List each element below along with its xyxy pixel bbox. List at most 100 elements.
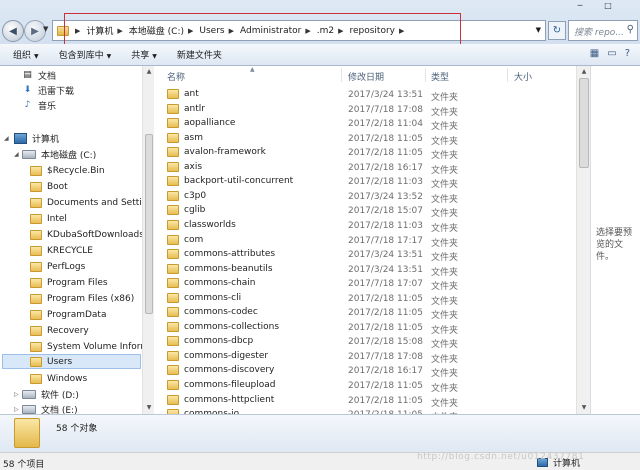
address-dropdown-icon[interactable]: ▼: [536, 26, 541, 34]
dropdown-icon: ▼: [106, 53, 112, 60]
chevron-right-icon[interactable]: ▶: [399, 27, 404, 35]
help-icon[interactable]: ?: [625, 48, 630, 59]
music-icon: ♪: [24, 100, 31, 110]
nav-item-thunder-download[interactable]: ⬇ 迅雷下载: [22, 83, 74, 98]
chevron-right-icon[interactable]: ▶: [229, 27, 234, 35]
column-name-header[interactable]: 名称: [167, 70, 185, 83]
list-item[interactable]: asm 2017/2/18 11:05 文件夹: [155, 131, 575, 147]
list-item[interactable]: cglib 2017/2/18 15:07 文件夹: [155, 203, 575, 219]
chevron-right-icon[interactable]: ▶: [305, 27, 310, 35]
nav-item-users[interactable]: Users: [2, 354, 141, 369]
list-item[interactable]: axis 2017/2/18 16:17 文件夹: [155, 160, 575, 176]
nav-item-windows[interactable]: Windows: [30, 371, 87, 386]
file-date: 2017/2/18 11:05: [348, 308, 423, 319]
scroll-down-icon[interactable]: ▼: [143, 402, 155, 414]
collapse-icon[interactable]: ◢: [4, 135, 9, 142]
file-date: 2017/2/18 11:05: [348, 395, 423, 406]
list-item[interactable]: commons-beanutils 2017/3/24 13:51 文件夹: [155, 262, 575, 278]
list-item[interactable]: commons-fileupload 2017/2/18 11:05 文件夹: [155, 378, 575, 394]
list-item[interactable]: commons-chain 2017/7/18 17:07 文件夹: [155, 276, 575, 292]
scrollbar-thumb[interactable]: [145, 134, 153, 314]
breadcrumb-drive-c[interactable]: 本地磁盘 (C:) ▶: [129, 24, 200, 38]
nav-item-documents[interactable]: ▤ 文档: [22, 68, 56, 83]
list-item[interactable]: commons-dbcp 2017/2/18 15:08 文件夹: [155, 334, 575, 350]
file-name: backport-util-concurrent: [184, 176, 294, 187]
nav-item-recovery[interactable]: Recovery: [30, 323, 89, 338]
view-options-icon[interactable]: ▦: [590, 48, 599, 59]
scrollbar-thumb[interactable]: [579, 78, 589, 168]
file-name: commons-dbcp: [184, 336, 254, 347]
nav-item-program-files[interactable]: Program Files: [30, 275, 108, 290]
maximize-button[interactable]: □: [594, 0, 622, 13]
chevron-right-icon[interactable]: ▶: [188, 27, 193, 35]
nav-item-programdata[interactable]: ProgramData: [30, 307, 106, 322]
list-item[interactable]: backport-util-concurrent 2017/2/18 11:03 文…: [155, 174, 575, 190]
minimize-button[interactable]: ─: [566, 0, 594, 13]
list-item[interactable]: commons-collections 2017/2/18 11:05 文件夹: [155, 320, 575, 336]
folder-icon: [57, 25, 69, 36]
list-item[interactable]: com 2017/7/18 17:17 文件夹: [155, 233, 575, 249]
expand-icon[interactable]: ▷: [14, 391, 19, 398]
nav-item-krecycle[interactable]: KRECYCLE: [30, 243, 93, 258]
scroll-down-icon[interactable]: ▼: [577, 402, 591, 414]
list-item[interactable]: commons-discovery 2017/2/18 16:17 文件夹: [155, 363, 575, 379]
nav-item-program-files-x86[interactable]: Program Files (x86): [30, 291, 134, 306]
list-item[interactable]: avalon-framework 2017/2/18 11:05 文件夹: [155, 145, 575, 161]
list-item[interactable]: commons-digester 2017/7/18 17:08 文件夹: [155, 349, 575, 365]
list-item[interactable]: commons-cli 2017/2/18 11:05 文件夹: [155, 291, 575, 307]
list-scrollbar[interactable]: ▲ ▼: [576, 66, 590, 414]
column-size-header[interactable]: 大小: [514, 70, 532, 83]
include-in-library-button[interactable]: 包含到库中 ▼: [59, 48, 112, 61]
breadcrumb-computer[interactable]: 计算机 ▶: [86, 24, 128, 38]
organize-button[interactable]: 组织 ▼: [13, 48, 39, 61]
list-item[interactable]: commons-httpclient 2017/2/18 11:05 文件夹: [155, 393, 575, 409]
address-bar[interactable]: ▶ 计算机 ▶ 本地磁盘 (C:) ▶ Users ▶ Administrator ▶ …: [52, 20, 546, 41]
file-name: commons-chain: [184, 278, 256, 289]
expand-icon[interactable]: ▷: [14, 406, 19, 413]
nav-item-recycle-bin[interactable]: $Recycle.Bin: [30, 163, 105, 178]
list-item[interactable]: antlr 2017/7/18 17:08 文件夹: [155, 102, 575, 118]
collapse-icon[interactable]: ◢: [14, 151, 19, 158]
list-item[interactable]: classworlds 2017/2/18 11:03 文件夹: [155, 218, 575, 234]
breadcrumb-administrator[interactable]: Administrator ▶: [240, 26, 317, 36]
preview-pane-icon[interactable]: ▭: [607, 48, 616, 59]
scroll-up-icon[interactable]: ▲: [143, 66, 155, 78]
column-type-header[interactable]: 类型: [431, 70, 449, 83]
scroll-up-icon[interactable]: ▲: [577, 66, 591, 78]
list-item[interactable]: c3p0 2017/3/24 13:52 文件夹: [155, 189, 575, 205]
list-item[interactable]: commons-attributes 2017/3/24 13:51 文件夹: [155, 247, 575, 263]
list-item[interactable]: ant 2017/3/24 13:51 文件夹: [155, 87, 575, 103]
nav-item-computer[interactable]: 计算机: [14, 131, 59, 146]
nav-item-perflogs[interactable]: PerfLogs: [30, 259, 85, 274]
history-dropdown-icon[interactable]: ▼: [43, 25, 48, 33]
breadcrumb-users[interactable]: Users ▶: [199, 26, 240, 36]
folder-shortcut-icon: [30, 197, 42, 208]
nav-item-system-volume-information[interactable]: System Volume Informat: [30, 339, 153, 354]
nav-item-documents-and-settings[interactable]: Documents and Settings: [30, 195, 153, 210]
file-date: 2017/3/24 13:51: [348, 250, 423, 261]
folder-icon: [30, 309, 42, 320]
nav-item-intel[interactable]: Intel: [30, 211, 67, 226]
column-date-header[interactable]: 修改日期: [348, 70, 384, 83]
chevron-right-icon[interactable]: ▶: [117, 27, 122, 35]
nav-item-kduba[interactable]: KDubaSoftDownloads: [30, 227, 144, 242]
search-input[interactable]: 搜索 repo... ⚲: [568, 20, 638, 41]
nav-item-music[interactable]: ♪ 音乐: [22, 98, 56, 113]
new-folder-button[interactable]: 新建文件夹: [177, 48, 222, 61]
nav-item-drive-e[interactable]: 文档 (E:): [22, 402, 78, 414]
nav-item-drive-d[interactable]: 软件 (D:): [22, 387, 79, 402]
list-item[interactable]: commons-io2017/2/18 11:05文件夹: [155, 407, 575, 414]
list-item[interactable]: commons-codec 2017/2/18 11:05 文件夹: [155, 305, 575, 321]
list-item[interactable]: aopalliance 2017/2/18 11:04 文件夹: [155, 116, 575, 132]
nav-item-boot[interactable]: Boot: [30, 179, 68, 194]
back-button[interactable]: ◀: [2, 20, 24, 42]
file-name: commons-cli: [184, 292, 242, 303]
refresh-button[interactable]: ↻: [548, 21, 566, 40]
nav-item-drive-c[interactable]: 本地磁盘 (C:): [22, 147, 96, 162]
share-button[interactable]: 共享 ▼: [131, 48, 157, 61]
nav-scrollbar[interactable]: ▲ ▼: [142, 66, 154, 414]
breadcrumb-m2[interactable]: .m2 ▶: [317, 26, 350, 36]
chevron-right-icon[interactable]: ▶: [75, 27, 80, 35]
chevron-right-icon[interactable]: ▶: [338, 27, 343, 35]
breadcrumb-repository[interactable]: repository ▶: [349, 26, 410, 36]
